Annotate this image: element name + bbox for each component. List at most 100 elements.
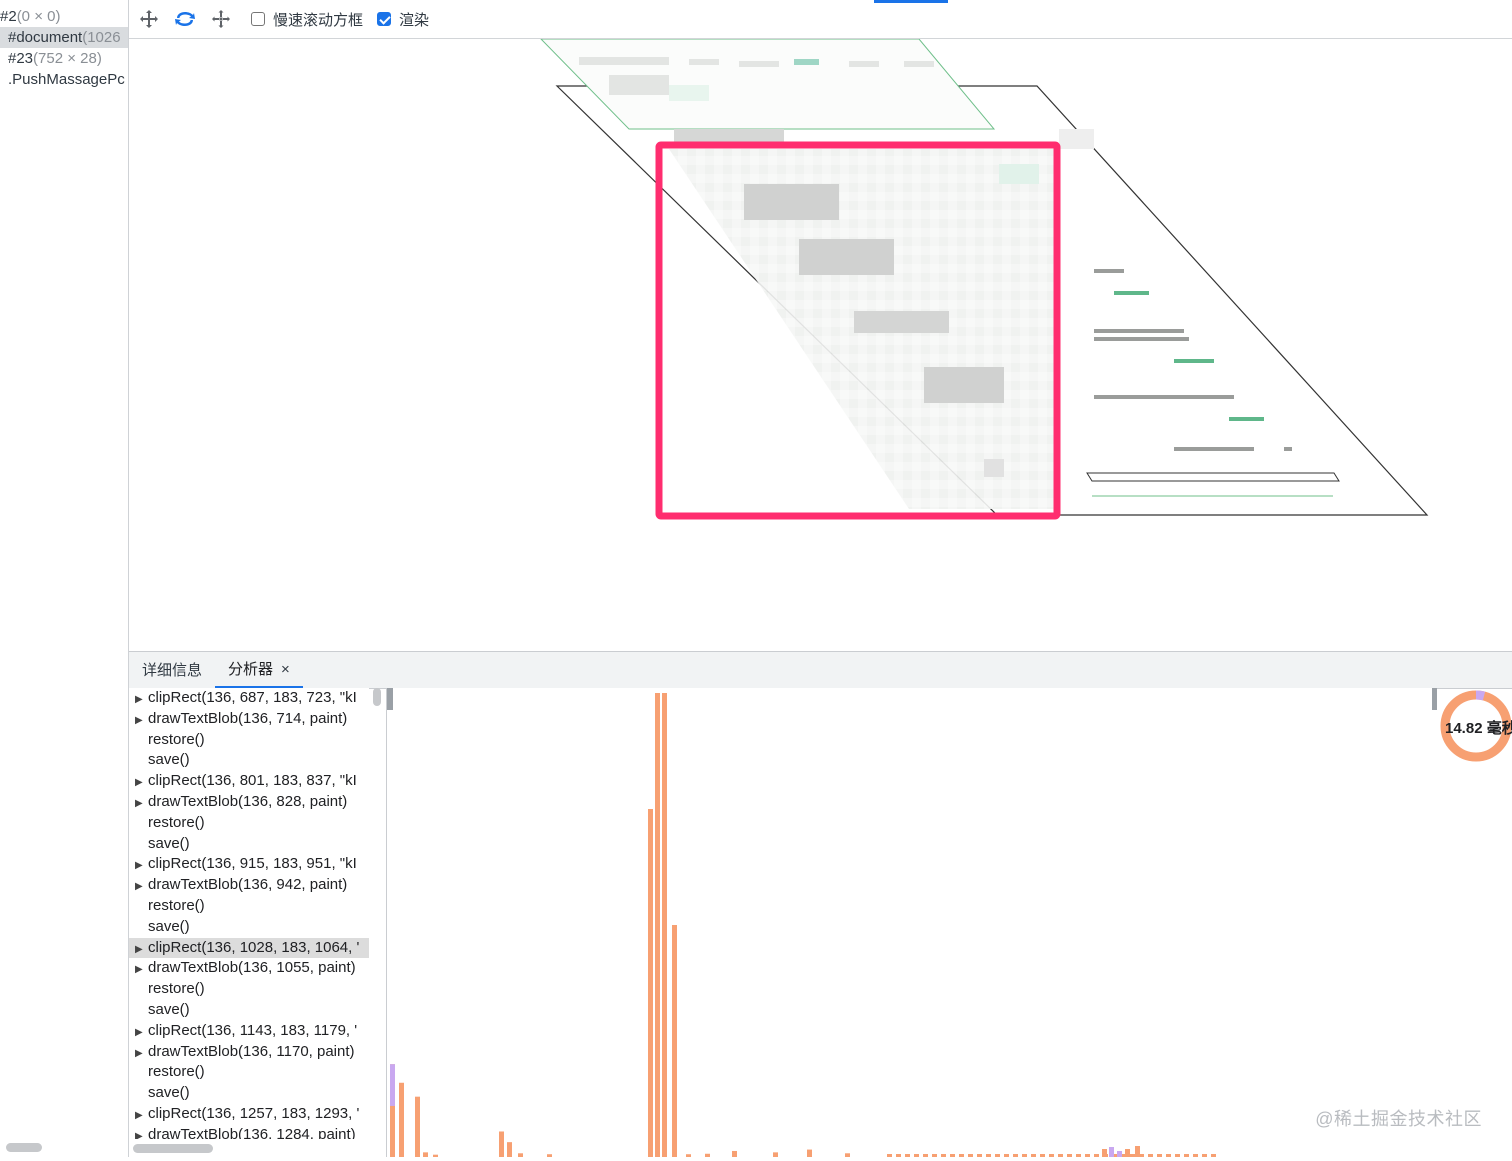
layers-3d-view[interactable] [129, 39, 1512, 651]
expand-triangle-icon[interactable]: ▶ [135, 690, 148, 711]
paint-profiler-chart[interactable] [387, 688, 1437, 1157]
command-text: drawTextBlob(136, 1170, paint) [148, 1042, 355, 1060]
command-log-row[interactable]: ▶ clipRect(136, 687, 183, 723, "kI [129, 688, 369, 709]
expand-triangle-icon[interactable]: ▶ [135, 940, 148, 961]
command-log-row[interactable]: ▶ clipRect(136, 915, 183, 951, "kI [129, 854, 369, 875]
profiler-bar [1135, 1146, 1140, 1157]
expand-triangle-icon[interactable]: ▶ [135, 1023, 148, 1044]
profiler-bar [415, 1096, 420, 1157]
profiler-bar [499, 1131, 504, 1157]
command-log-row[interactable]: restore() [129, 896, 369, 917]
command-log-row[interactable]: restore() [129, 979, 369, 1000]
command-log-row[interactable]: save() [129, 1000, 369, 1021]
profiler-bar [672, 925, 677, 1157]
paint-command-log: ▶ clipRect(136, 687, 183, 723, "kI ▶ drawTe… [129, 688, 369, 1139]
tab-profiler[interactable]: 分析器 × [215, 654, 303, 688]
command-text: clipRect(136, 915, 183, 951, "kI [148, 855, 357, 873]
command-log-row[interactable]: ▶ drawTextBlob(136, 1055, paint) [129, 958, 369, 979]
expand-triangle-icon[interactable]: ▶ [135, 1127, 148, 1139]
command-log-row[interactable]: save() [129, 834, 369, 855]
scrollbar-thumb[interactable] [133, 1144, 213, 1153]
command-text: clipRect(136, 801, 183, 837, "kI [148, 772, 357, 790]
profiler-bar [1125, 1149, 1130, 1157]
paints-checkbox[interactable] [377, 12, 392, 26]
command-text: drawTextBlob(136, 1284, paint) [148, 1125, 356, 1139]
command-log-row[interactable]: save() [129, 750, 369, 771]
layer-dims: (0 × 0) [16, 8, 61, 25]
command-text: drawTextBlob(136, 942, paint) [148, 876, 348, 894]
command-log-row[interactable]: ▶ clipRect(136, 1257, 183, 1293, ' [129, 1104, 369, 1125]
command-text: restore() [148, 896, 205, 914]
profiler-bar [1102, 1149, 1107, 1157]
watermark: @稀土掘金技术社区 [1315, 1109, 1482, 1129]
profiler-bar [648, 809, 653, 1157]
bottom-tab-bar: 详细信息 分析器 × [129, 651, 1512, 689]
profiler-bar [399, 1082, 404, 1157]
command-log-row[interactable]: ▶ drawTextBlob(136, 1284, paint) [129, 1125, 369, 1139]
profiler-bar [773, 1152, 778, 1157]
scrollbar-thumb[interactable] [373, 688, 381, 706]
layer-tree-item[interactable]: #document(1026 [0, 27, 128, 48]
layer-tree-item[interactable]: .PushMassagePc [0, 69, 128, 90]
expand-triangle-icon[interactable]: ▶ [135, 1106, 148, 1127]
expand-triangle-icon[interactable]: ▶ [135, 856, 148, 877]
layer-tree: #2(0 × 0) #document(1026 #23(752 × 28) .… [0, 0, 129, 1157]
command-log-row[interactable]: ▶ drawTextBlob(136, 714, paint) [129, 709, 369, 730]
reset-view-icon[interactable] [210, 8, 232, 30]
slow-scroll-checkbox[interactable] [251, 12, 265, 26]
command-log-row[interactable]: restore() [129, 813, 369, 834]
paint-profiler[interactable] [386, 688, 1437, 1157]
command-text: clipRect(136, 687, 183, 723, "kI [148, 689, 357, 706]
rotate-icon[interactable] [174, 8, 196, 30]
tab-details[interactable]: 详细信息 [129, 654, 215, 688]
paints-label: 渲染 [399, 11, 430, 29]
expand-triangle-icon[interactable]: ▶ [135, 794, 148, 815]
expand-triangle-icon[interactable]: ▶ [135, 773, 148, 794]
command-log-row[interactable]: ▶ drawTextBlob(136, 1170, paint) [129, 1042, 369, 1063]
expand-triangle-icon[interactable]: ▶ [135, 960, 148, 981]
pie-slice-other [1475, 690, 1486, 701]
profiler-bar-other [390, 1064, 395, 1106]
close-icon[interactable]: × [281, 661, 290, 678]
command-log-horizontal-scrollbar[interactable] [129, 1143, 385, 1155]
command-text: save() [148, 1084, 190, 1102]
slow-scroll-rects-toggle[interactable]: 慢速滚动方框 [251, 9, 363, 30]
command-log-row[interactable]: ▶ drawTextBlob(136, 828, paint) [129, 792, 369, 813]
command-text: drawTextBlob(136, 1055, paint) [148, 959, 356, 977]
command-log-row[interactable]: ▶ clipRect(136, 801, 183, 837, "kI [129, 771, 369, 792]
profiler-range-handle-left [387, 688, 393, 710]
command-text: restore() [148, 813, 205, 831]
command-log-row[interactable]: ▶ clipRect(136, 1143, 183, 1179, ' [129, 1021, 369, 1042]
slow-scroll-label: 慢速滚动方框 [273, 11, 364, 29]
command-text: drawTextBlob(136, 828, paint) [148, 792, 348, 810]
layer-dims: (752 × 28) [33, 50, 102, 67]
command-log-row[interactable]: ▶ clipRect(136, 1028, 183, 1064, ' [129, 937, 369, 961]
tab-label: 分析器 [228, 661, 274, 678]
command-text: save() [148, 1000, 190, 1018]
layer-tree-item[interactable]: #23(752 × 28) [0, 48, 128, 69]
layers-toolbar: 慢速滚动方框 渲染 [129, 0, 1512, 39]
active-indicator [874, 0, 948, 3]
pan-icon[interactable] [138, 8, 160, 30]
expand-triangle-icon[interactable]: ▶ [135, 1044, 148, 1065]
command-log-row[interactable]: save() [129, 917, 369, 938]
command-text: save() [148, 834, 190, 852]
layer-dims: (1026 [82, 29, 121, 46]
command-text: save() [148, 751, 190, 769]
profiler-bar [1109, 1147, 1114, 1157]
layers-3d-canvas[interactable] [129, 39, 1512, 651]
layer-name: #23 [8, 50, 34, 67]
expand-triangle-icon[interactable]: ▶ [135, 877, 148, 898]
command-log-vertical-scrollbar[interactable] [371, 688, 383, 708]
profiler-bar [845, 1153, 850, 1157]
layer-tree-item[interactable]: #2(0 × 0) [0, 6, 128, 27]
command-text: clipRect(136, 1028, 183, 1064, ' [148, 938, 360, 956]
expand-triangle-icon[interactable]: ▶ [135, 711, 148, 732]
command-log-row[interactable]: save() [129, 1083, 369, 1104]
command-log-row[interactable]: ▶ drawTextBlob(136, 942, paint) [129, 875, 369, 896]
scrollbar-thumb[interactable] [6, 1143, 42, 1152]
command-log-row[interactable]: restore() [129, 730, 369, 751]
paints-toggle[interactable]: 渲染 [377, 9, 429, 30]
command-log-row[interactable]: restore() [129, 1062, 369, 1083]
layer-tree-horizontal-scrollbar[interactable] [0, 1143, 128, 1153]
